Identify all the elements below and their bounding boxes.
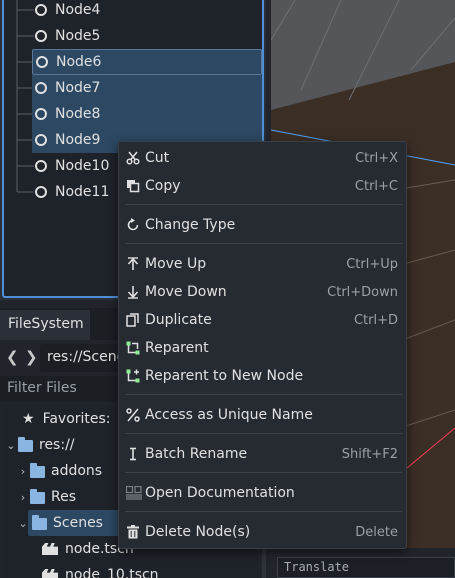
menu-separator (125, 433, 402, 434)
node-label: Node5 (55, 28, 101, 44)
percent-icon (119, 408, 145, 422)
menu-item-label: Reparent (145, 340, 209, 356)
tree-node-row-selected[interactable]: Node6 (32, 49, 262, 75)
menu-item-label: Cut (145, 150, 170, 166)
node-circle-icon (36, 56, 48, 68)
node-label: Node11 (55, 184, 110, 200)
documentation-icon (119, 486, 145, 500)
menu-item-shortcut: Ctrl+D (353, 312, 398, 328)
menu-item-shortcut: Delete (355, 524, 398, 540)
folder-icon (32, 515, 47, 530)
menu-item-copy[interactable]: Copy Ctrl+C (119, 172, 406, 200)
scissors-icon (119, 151, 145, 165)
node-circle-icon (35, 160, 47, 172)
node-circle-icon (35, 186, 47, 198)
rename-cursor-icon (119, 447, 145, 461)
menu-separator (125, 472, 402, 473)
menu-item-label: Open Documentation (145, 485, 295, 501)
node-circle-icon (35, 30, 47, 42)
folder-row-root[interactable]: ⌄ res:// (4, 432, 75, 458)
node-label: Node9 (55, 132, 101, 148)
menu-item-open-documentation[interactable]: Open Documentation (119, 479, 406, 507)
node-label: Node10 (55, 158, 110, 174)
menu-item-label: Duplicate (145, 312, 212, 328)
menu-item-label: Move Up (145, 256, 207, 272)
context-menu: Cut Ctrl+X Copy Ctrl+C Change Type Move … (118, 141, 407, 549)
menu-item-shortcut: Ctrl+X (355, 150, 398, 166)
menu-item-shortcut: Ctrl+C (354, 178, 398, 194)
tree-node-row[interactable]: Node4 (32, 0, 262, 23)
tree-node-row-selected[interactable]: Node7 (32, 75, 262, 101)
chevron-right-icon[interactable]: › (16, 491, 30, 504)
menu-item-label: Delete Node(s) (145, 524, 251, 540)
menu-separator (125, 394, 402, 395)
menu-item-label: Change Type (145, 217, 236, 233)
menu-separator (125, 243, 402, 244)
folder-label: Res (51, 489, 77, 505)
node-circle-icon (35, 82, 47, 94)
menu-item-label: Move Down (145, 284, 227, 300)
menu-item-cut[interactable]: Cut Ctrl+X (119, 144, 406, 172)
folder-icon (30, 489, 45, 504)
node-label: Node4 (55, 2, 101, 18)
star-icon: ★ (22, 411, 35, 427)
menu-item-shortcut: Shift+F2 (341, 446, 398, 462)
menu-item-delete-nodes[interactable]: Delete Node(s) Delete (119, 518, 406, 546)
node-label: Node7 (55, 80, 101, 96)
menu-item-label: Batch Rename (145, 446, 248, 462)
folder-label: res:// (39, 437, 75, 453)
favorites-row[interactable]: ★ Favorites: (8, 406, 111, 432)
menu-item-batch-rename[interactable]: Batch Rename Shift+F2 (119, 440, 406, 468)
file-row[interactable]: node_10.tscn (42, 562, 159, 578)
menu-item-change-type[interactable]: Change Type (119, 211, 406, 239)
folder-row[interactable]: › addons (16, 458, 102, 484)
menu-item-access-as-unique-name[interactable]: Access as Unique Name (119, 401, 406, 429)
scene-clapper-icon (42, 543, 58, 555)
translate-readout: Translate (277, 557, 455, 578)
menu-item-label: Reparent to New Node (145, 368, 304, 384)
arrow-up-icon (119, 257, 145, 271)
folder-row[interactable]: › Res (16, 484, 76, 510)
chevron-down-icon[interactable]: ⌄ (4, 439, 18, 452)
menu-separator (125, 511, 402, 512)
tree-node-row-selected[interactable]: Node8 (32, 101, 262, 127)
menu-item-shortcut: Ctrl+Up (346, 256, 398, 272)
tab-filesystem[interactable]: FileSystem (0, 310, 90, 340)
node-label: Node8 (55, 106, 101, 122)
folder-icon (30, 463, 45, 478)
node-label: Node6 (56, 54, 102, 70)
file-label: node_10.tscn (65, 567, 159, 578)
duplicate-icon (119, 313, 145, 327)
back-arrow-icon[interactable]: ❮ (6, 348, 19, 366)
menu-item-reparent[interactable]: Reparent (119, 334, 406, 362)
node-circle-icon (35, 4, 47, 16)
menu-item-reparent-to-new-node[interactable]: Reparent to New Node (119, 362, 406, 390)
menu-item-move-up[interactable]: Move Up Ctrl+Up (119, 250, 406, 278)
menu-item-move-down[interactable]: Move Down Ctrl+Down (119, 278, 406, 306)
chevron-right-icon[interactable]: › (16, 465, 30, 478)
change-type-icon (119, 218, 145, 232)
trash-icon (119, 525, 145, 539)
reparent-icon (119, 341, 145, 355)
reparent-new-node-icon (119, 369, 145, 383)
menu-item-shortcut: Ctrl+Down (327, 284, 398, 300)
arrow-down-icon (119, 285, 145, 299)
scene-clapper-icon (42, 569, 58, 578)
menu-item-label: Copy (145, 178, 181, 194)
folder-label: addons (51, 463, 103, 479)
node-circle-icon (35, 134, 47, 146)
folder-label: Scenes (53, 515, 103, 531)
favorites-label: Favorites: (42, 411, 111, 427)
folder-row-selected[interactable]: Scenes (28, 510, 128, 536)
tree-node-row[interactable]: Node5 (32, 23, 262, 49)
menu-item-label: Access as Unique Name (145, 407, 313, 423)
node-circle-icon (35, 108, 47, 120)
copy-icon (119, 179, 145, 193)
menu-item-duplicate[interactable]: Duplicate Ctrl+D (119, 306, 406, 334)
menu-separator (125, 204, 402, 205)
forward-arrow-icon[interactable]: ❯ (25, 348, 38, 366)
folder-icon (18, 437, 33, 452)
